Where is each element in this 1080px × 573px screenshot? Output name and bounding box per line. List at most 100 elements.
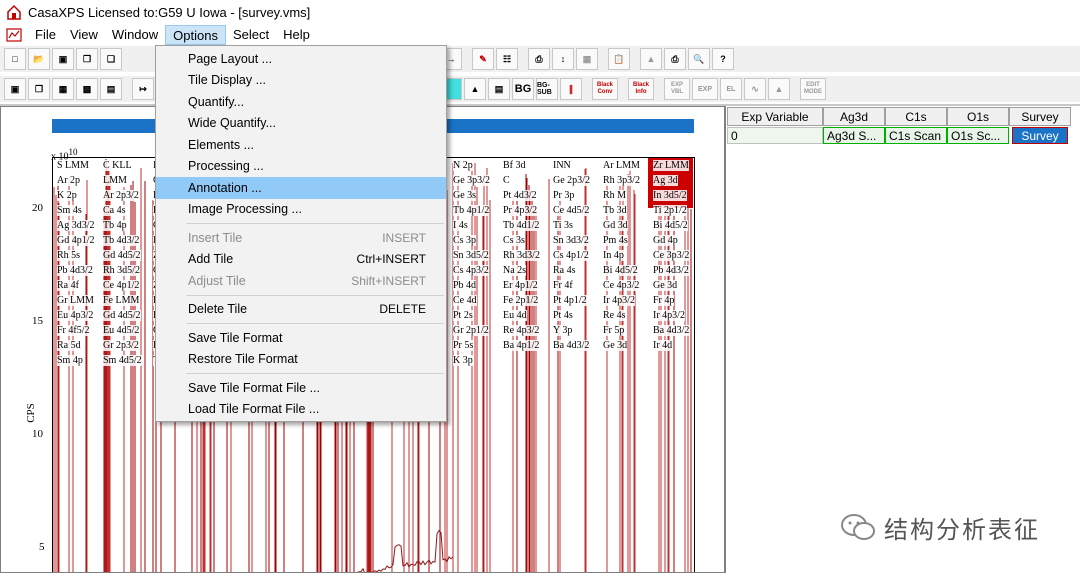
peak-annotation-label: Ir 4p3/2	[653, 310, 685, 321]
peak-annotation-label: Rh 3d5/2	[103, 265, 140, 276]
black-conv-button[interactable]: Black Conv	[592, 78, 618, 100]
menu-item-processing[interactable]: Processing ...	[156, 156, 446, 178]
adjust-tile-shortcut: Shift+INSERT	[351, 273, 426, 288]
chart-icon[interactable]: ▤	[488, 78, 510, 100]
print-preview-icon[interactable]: 🔍	[688, 48, 710, 70]
menu-separator	[156, 320, 446, 327]
grid-cell-exp-variable[interactable]: 0	[727, 127, 823, 144]
print-icon[interactable]: ⎙	[664, 48, 686, 70]
printer-setup-icon[interactable]: ⎙	[528, 48, 550, 70]
scale-icon[interactable]: ↕	[552, 48, 574, 70]
peak-annotation-label: In 4p	[603, 250, 624, 261]
clipboard-icon[interactable]: 📋	[608, 48, 630, 70]
peak-annotation-label: Pr 3p	[553, 190, 575, 201]
bg-button[interactable]: BG	[512, 78, 534, 100]
grid-cell-c1s[interactable]: C1s Scan	[885, 127, 947, 144]
y-tick-10: 10	[32, 428, 43, 440]
peak-annotation-label: Na 2s	[503, 265, 527, 276]
peak-annotation-label: Fr 4p	[653, 295, 675, 306]
watermark-text: 结构分析表征	[884, 517, 1040, 544]
menu-item-elements[interactable]: Elements ...	[156, 134, 446, 156]
tile-grid-icon[interactable]: ▤	[100, 78, 122, 100]
peak-annotation-label: Fr 4f	[553, 280, 573, 291]
peak-annotation-label: Sm 4p	[57, 355, 83, 366]
peak-annotation-label: Gd 4d5/2	[103, 250, 141, 261]
delete-tile-shortcut: DELETE	[379, 302, 426, 317]
grid-header-o1s[interactable]: O1s	[947, 107, 1009, 126]
grid-header-ag3d[interactable]: Ag3d	[823, 107, 885, 126]
disabled-step-icon: ▲	[768, 78, 790, 100]
peak-annotation-label: INN	[553, 160, 571, 171]
menu-item-tile-display[interactable]: Tile Display ...	[156, 70, 446, 92]
step-icon[interactable]: ↦	[132, 78, 154, 100]
menu-item-image-processing[interactable]: Image Processing ...	[156, 199, 446, 221]
tile-yellow-icon[interactable]: ▣	[4, 78, 26, 100]
menu-item-save-tile-format-file[interactable]: Save Tile Format File ...	[156, 377, 446, 399]
peak-annotation-label: Gd 4d5/2	[103, 310, 141, 321]
menu-item-page-layout[interactable]: Page Layout ...	[156, 48, 446, 70]
add-tile-shortcut: Ctrl+INSERT	[356, 252, 426, 267]
menu-item-save-tile-format[interactable]: Save Tile Format	[156, 327, 446, 349]
peak-annotation-label: Ra 5d	[57, 340, 81, 351]
bg-sub-button[interactable]: BG-SUB	[536, 78, 558, 100]
grid-header-c1s[interactable]: C1s	[885, 107, 947, 126]
tile-magenta-icon[interactable]: ▦	[52, 78, 74, 100]
grid-header-survey[interactable]: Survey	[1009, 107, 1071, 126]
menu-item-add-tile[interactable]: Add Tile Ctrl+INSERT	[156, 249, 446, 271]
pencil-icon[interactable]: ✎	[472, 48, 494, 70]
menu-item-load-tile-format-file[interactable]: Load Tile Format File ...	[156, 399, 446, 421]
options-dropdown-menu: Page Layout ... Tile Display ... Quantif…	[155, 45, 447, 422]
peak-annotation-label: Ba 4p1/2	[503, 340, 540, 351]
y-tick-20: 20	[32, 202, 43, 214]
curve-icon[interactable]: ∿	[744, 78, 766, 100]
menu-item-wide-quantify[interactable]: Wide Quantify...	[156, 113, 446, 135]
tile-overlay-icon[interactable]: ❐	[28, 78, 50, 100]
menu-options[interactable]: Options	[165, 25, 226, 45]
tile-stack-icon[interactable]: ▩	[76, 78, 98, 100]
peak-annotation-label: Bi 4d5/2	[603, 265, 638, 276]
copy-icon[interactable]: ❐	[76, 48, 98, 70]
peak-annotation-label: Pb 4d	[453, 280, 477, 291]
edit-mode-button[interactable]: EDIT MODE	[800, 78, 826, 100]
exp-vbl-button[interactable]: EXP VBL	[664, 78, 690, 100]
peak-annotation-label: Pr 5s	[453, 340, 474, 351]
document-system-icon[interactable]	[6, 27, 22, 43]
landscape-icon[interactable]: ▲	[464, 78, 486, 100]
peak-annotation-label: Ti 3s	[553, 220, 573, 231]
new-file-icon[interactable]: □	[4, 48, 26, 70]
peak-annotation-label: Ge 3d	[653, 280, 678, 291]
grid-header-exp-variable[interactable]: Exp Variable	[727, 107, 823, 126]
save-disk-icon[interactable]: ▣	[52, 48, 74, 70]
peak-annotation-label: Ce 4p1/2	[103, 280, 140, 291]
library-icon[interactable]: ☷	[496, 48, 518, 70]
peak-marker-icon[interactable]: ∥	[560, 78, 582, 100]
menu-file[interactable]: File	[28, 25, 63, 45]
peak-annotation-label: Eu 4p3/2	[57, 310, 94, 321]
peak-annotation-label: Re 4p3/2	[503, 325, 540, 336]
peak-annotation-label: Rh 5s	[57, 250, 81, 261]
paste-icon[interactable]: ❏	[100, 48, 122, 70]
grid-cell-survey[interactable]: Survey	[1012, 127, 1068, 144]
peak-annotation-label: LMM	[103, 175, 127, 186]
black-info-button[interactable]: Black Info	[628, 78, 654, 100]
grid-cell-ag3d[interactable]: Ag3d S...	[823, 127, 885, 144]
help-question-icon[interactable]: ?	[712, 48, 734, 70]
grid-cell-o1s[interactable]: O1s Sc...	[947, 127, 1009, 144]
menu-item-restore-tile-format[interactable]: Restore Tile Format	[156, 349, 446, 371]
menu-window[interactable]: Window	[105, 25, 165, 45]
menu-item-delete-tile[interactable]: Delete Tile DELETE	[156, 299, 446, 321]
menu-select[interactable]: Select	[226, 25, 276, 45]
menu-view[interactable]: View	[63, 25, 105, 45]
el-tr-icon[interactable]: EL	[720, 78, 742, 100]
open-folder-icon[interactable]: 📂	[28, 48, 50, 70]
menu-item-annotation[interactable]: Annotation ...	[156, 177, 446, 199]
menu-separator	[156, 220, 446, 227]
menu-item-quantify[interactable]: Quantify...	[156, 91, 446, 113]
peak-annotation-label: Ce 4d	[453, 295, 477, 306]
grey-tool-icon[interactable]: ▦	[576, 48, 598, 70]
grid-row-0: 0 Ag3d S... C1s Scan O1s Sc... Survey	[727, 127, 1068, 144]
exp-vbl-alt-icon[interactable]: EXP	[692, 78, 718, 100]
peak-annotation-label: Ba 4d3/2	[553, 340, 590, 351]
menu-help[interactable]: Help	[276, 25, 317, 45]
menu-bar: File View Window Options Select Help	[0, 24, 1080, 46]
